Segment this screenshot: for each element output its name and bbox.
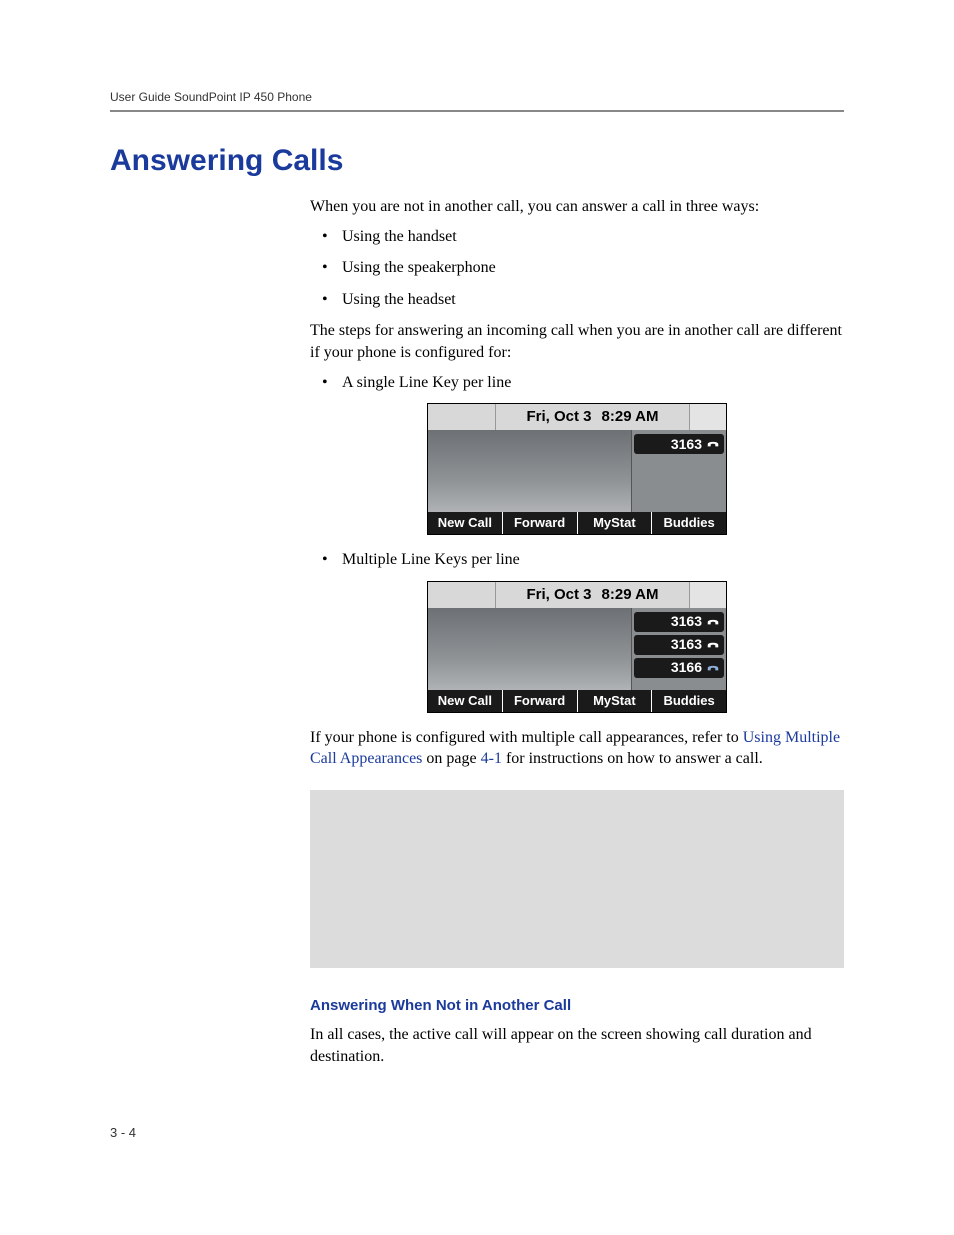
- list-item: Multiple Line Keys per line: [310, 549, 844, 571]
- cross-ref-paragraph: If your phone is configured with multipl…: [310, 727, 844, 770]
- lcd-corner: [690, 582, 726, 608]
- text: If your phone is configured with multipl…: [310, 729, 743, 746]
- handset-icon: [706, 639, 720, 651]
- line-key: 3163: [634, 635, 724, 655]
- line-key-number: 3163: [671, 612, 702, 631]
- line-key: 3163: [634, 612, 724, 632]
- softkey-buddies: Buddies: [652, 512, 726, 534]
- softkey-new-call: New Call: [428, 512, 503, 534]
- list-item: Using the headset: [310, 289, 844, 311]
- softkey-mystat: MyStat: [578, 512, 653, 534]
- line-key-number: 3163: [671, 435, 702, 454]
- lcd-status-icons: [428, 404, 496, 430]
- list-item: Using the handset: [310, 226, 844, 248]
- subsection-body: In all cases, the active call will appea…: [310, 1024, 844, 1067]
- lcd-corner: [690, 404, 726, 430]
- ways-list: Using the handset Using the speakerphone…: [310, 226, 844, 311]
- config-list: A single Line Key per line: [310, 372, 844, 394]
- lcd-time: 8:29 AM: [602, 585, 659, 605]
- phone-lcd-multi: Fri, Oct 3 8:29 AM 3163 3163: [427, 581, 727, 713]
- page-number: 3 - 4: [110, 1125, 136, 1140]
- line-key-number: 3166: [671, 658, 702, 677]
- lcd-datetime: Fri, Oct 3 8:29 AM: [496, 582, 690, 608]
- lcd-date: Fri, Oct 3: [527, 585, 592, 605]
- handset-icon: [706, 662, 720, 674]
- softkey-new-call: New Call: [428, 690, 503, 712]
- steps-intro-paragraph: The steps for answering an incoming call…: [310, 320, 844, 363]
- line-key: 3166: [634, 658, 724, 678]
- phone-lcd-single: Fri, Oct 3 8:29 AM 3163 New Call: [427, 403, 727, 535]
- lcd-line-keys: 3163 3163 3166: [632, 608, 726, 690]
- softkey-buddies: Buddies: [652, 690, 726, 712]
- line-key: 3163: [634, 434, 724, 454]
- lcd-softkeys: New Call Forward MyStat Buddies: [428, 512, 726, 534]
- softkey-forward: Forward: [503, 512, 578, 534]
- config-list-2: Multiple Line Keys per line: [310, 549, 844, 571]
- section-heading: Answering Calls: [110, 144, 844, 178]
- lcd-datetime: Fri, Oct 3 8:29 AM: [496, 404, 690, 430]
- text: for instructions on how to answer a call…: [502, 750, 763, 767]
- lcd-idle-area: [428, 430, 632, 512]
- list-item: A single Line Key per line: [310, 372, 844, 394]
- softkey-forward: Forward: [503, 690, 578, 712]
- lcd-status-icons: [428, 582, 496, 608]
- lcd-time: 8:29 AM: [602, 407, 659, 427]
- link-page-4-1[interactable]: 4-1: [481, 750, 502, 767]
- list-item: Using the speakerphone: [310, 257, 844, 279]
- text: on page: [422, 750, 480, 767]
- softkey-mystat: MyStat: [578, 690, 653, 712]
- line-key-number: 3163: [671, 635, 702, 654]
- handset-icon: [706, 616, 720, 628]
- lcd-line-keys: 3163: [632, 430, 726, 512]
- lcd-softkeys: New Call Forward MyStat Buddies: [428, 690, 726, 712]
- running-header: User Guide SoundPoint IP 450 Phone: [110, 90, 844, 112]
- subsection-heading: Answering When Not in Another Call: [310, 996, 844, 1016]
- lcd-idle-area: [428, 608, 632, 690]
- handset-icon: [706, 438, 720, 450]
- intro-paragraph: When you are not in another call, you ca…: [310, 196, 844, 218]
- lcd-date: Fri, Oct 3: [527, 407, 592, 427]
- note-box: [310, 790, 844, 968]
